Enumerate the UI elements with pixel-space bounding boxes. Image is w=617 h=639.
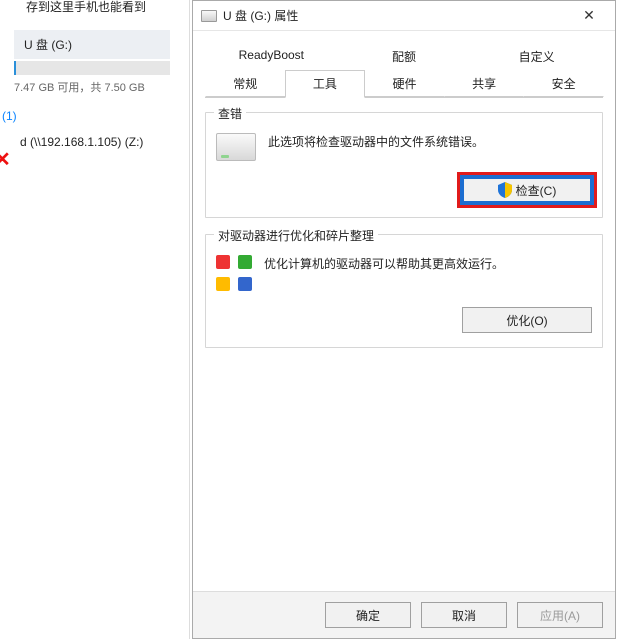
defrag-icon [216, 255, 252, 291]
tab-customize[interactable]: 自定义 [470, 43, 603, 70]
cancel-button[interactable]: 取消 [421, 602, 507, 628]
close-icon: ✕ [583, 7, 595, 24]
network-drive-item[interactable]: d (\\192.168.1.105) (Z:) [20, 135, 189, 149]
tab-quota[interactable]: 配额 [338, 43, 471, 70]
drive-icon [201, 10, 217, 22]
check-button[interactable]: 检查(C) [462, 177, 592, 203]
group-defrag-title: 对驱动器进行优化和碎片整理 [214, 227, 378, 244]
drive-large-icon [216, 133, 256, 161]
tab-row-upper: ReadyBoost 配额 自定义 [205, 43, 603, 70]
tab-readyboost[interactable]: ReadyBoost [205, 43, 338, 70]
tab-row-lower: 常规 工具 硬件 共享 安全 [205, 70, 603, 98]
explorer-hint: 存到这里手机也能看到 [0, 0, 189, 16]
defrag-desc: 优化计算机的驱动器可以帮助其更高效运行。 [264, 253, 592, 272]
apply-button[interactable]: 应用(A) [517, 602, 603, 628]
ok-button[interactable]: 确定 [325, 602, 411, 628]
tab-tools[interactable]: 工具 [285, 70, 366, 98]
dialog-title: U 盘 (G:) 属性 [223, 7, 569, 24]
drive-label: U 盘 (G:) [14, 30, 170, 59]
tab-security[interactable]: 安全 [523, 70, 604, 97]
explorer-fragment: 存到这里手机也能看到 U 盘 (G:) 7.47 GB 可用，共 7.50 GB… [0, 0, 190, 639]
group-error-check: 查错 此选项将检查驱动器中的文件系统错误。 检查(C) [205, 112, 603, 218]
disconnected-icon: ✕ [0, 150, 14, 170]
check-button-label: 检查(C) [516, 182, 557, 199]
tab-sharing[interactable]: 共享 [444, 70, 525, 97]
dialog-footer: 确定 取消 应用(A) [193, 591, 615, 638]
shield-icon [498, 182, 512, 198]
optimize-button-label: 优化(O) [506, 312, 547, 329]
group-defrag: 对驱动器进行优化和碎片整理 优化计算机的驱动器可以帮助其更高效运行。 优化(O) [205, 234, 603, 348]
error-check-desc: 此选项将检查驱动器中的文件系统错误。 [268, 131, 592, 150]
tab-hardware[interactable]: 硬件 [364, 70, 445, 97]
optimize-button[interactable]: 优化(O) [462, 307, 592, 333]
tabs: ReadyBoost 配额 自定义 常规 工具 硬件 共享 安全 [193, 31, 615, 98]
drive-capacity-bar [14, 61, 170, 75]
titlebar: U 盘 (G:) 属性 ✕ [193, 1, 615, 31]
properties-dialog: U 盘 (G:) 属性 ✕ ReadyBoost 配额 自定义 常规 工具 硬件… [192, 0, 616, 639]
drive-caption: 7.47 GB 可用，共 7.50 GB [14, 79, 189, 95]
section-count: (1) [2, 109, 189, 123]
tab-body: 查错 此选项将检查驱动器中的文件系统错误。 检查(C) 对驱动器进行优化和碎片整… [193, 98, 615, 591]
close-button[interactable]: ✕ [569, 2, 609, 30]
drive-item[interactable]: U 盘 (G:) [14, 30, 179, 75]
tab-general[interactable]: 常规 [205, 70, 286, 97]
group-error-check-title: 查错 [214, 105, 246, 122]
